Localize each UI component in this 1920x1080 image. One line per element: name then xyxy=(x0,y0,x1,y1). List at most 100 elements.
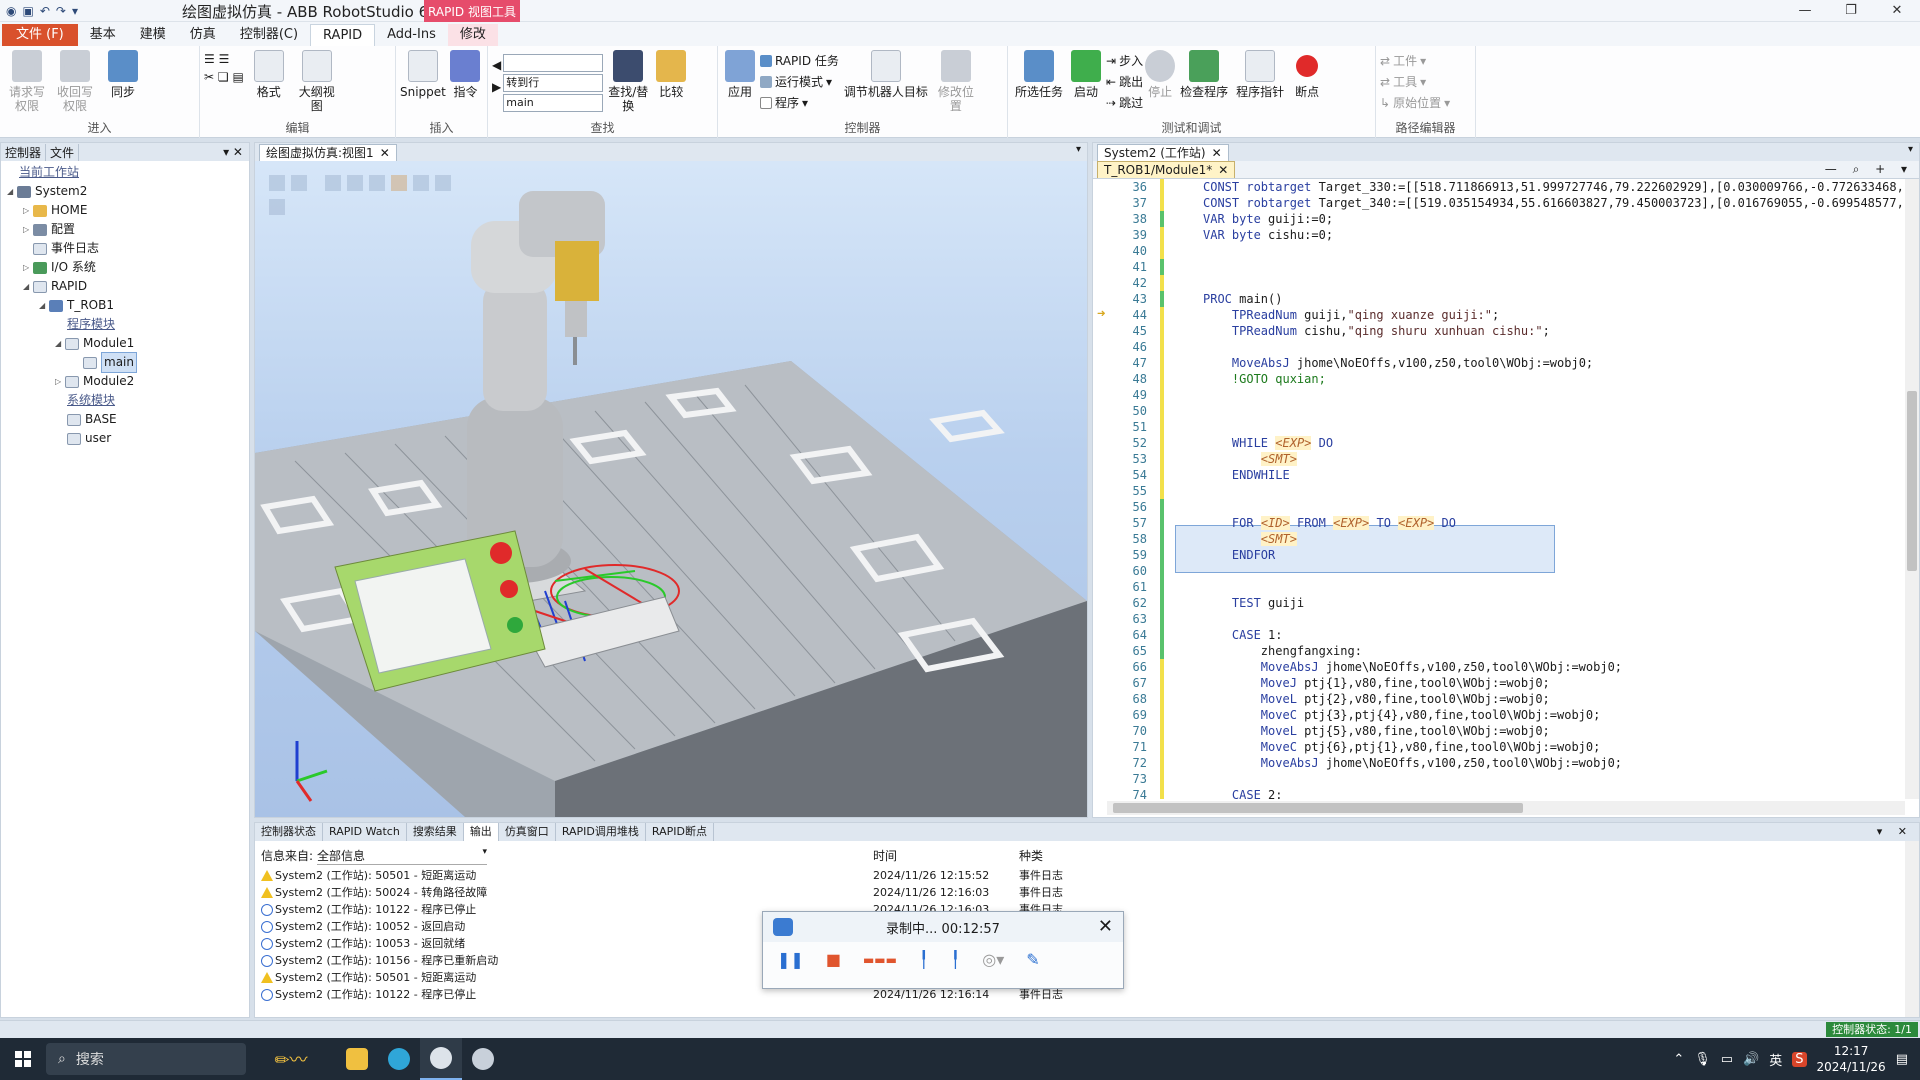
code-line[interactable]: 72 MoveAbsJ jhome\NoEOffs,v100,z50,tool0… xyxy=(1093,755,1919,771)
code-line[interactable]: 70 MoveL ptj{5},v80,fine,tool0\WObj:=wob… xyxy=(1093,723,1919,739)
back-icon[interactable]: ◀ xyxy=(492,58,501,72)
tab-rapid[interactable]: RAPID xyxy=(310,24,376,46)
quick-access-menu-icon[interactable]: ▾ xyxy=(72,4,78,18)
volume-icon[interactable]: 🔊 xyxy=(1743,1052,1759,1067)
close-tab-icon[interactable]: ✕ xyxy=(1212,146,1222,160)
panel-menu-icon[interactable]: ▾ xyxy=(1908,144,1913,155)
vertical-scrollbar[interactable] xyxy=(1905,841,1919,1017)
tab-modeling[interactable]: 建模 xyxy=(128,24,178,46)
tab-controller[interactable]: 控制器(C) xyxy=(228,24,310,46)
column-time[interactable]: 时间 xyxy=(873,847,897,864)
tree-node-program-modules[interactable]: 程序模块 xyxy=(1,315,249,334)
find-combo[interactable] xyxy=(503,54,604,72)
pen-icon[interactable]: ✎ xyxy=(1026,950,1039,969)
tree-node-trob1[interactable]: ◢ T_ROB1 xyxy=(1,296,249,315)
code-line[interactable]: 69 MoveC ptj{3},ptj{4},v80,fine,tool0\WO… xyxy=(1093,707,1919,723)
tab-home[interactable]: 基本 xyxy=(78,24,128,46)
code-line[interactable]: 67 MoveJ ptj{1},v80,fine,tool0\WObj:=wob… xyxy=(1093,675,1919,691)
notification-icon[interactable]: ▤ xyxy=(1896,1052,1908,1067)
tree-node-eventlog[interactable]: 事件日志 xyxy=(1,239,249,258)
tree-node-home[interactable]: ▷ HOME xyxy=(1,201,249,220)
code-line[interactable]: 55 xyxy=(1093,483,1919,499)
code-line[interactable]: 66 MoveAbsJ jhome\NoEOffs,v100,z50,tool0… xyxy=(1093,659,1919,675)
code-line[interactable]: 43 PROC main() xyxy=(1093,291,1919,307)
code-line[interactable]: 53 <SMT> xyxy=(1093,451,1919,467)
tree-node-io[interactable]: ▷ I/O 系统 xyxy=(1,258,249,277)
compare-button[interactable]: 比较 xyxy=(653,50,689,99)
step-in-button[interactable]: ⇥ 步入 xyxy=(1106,52,1143,69)
close-icon[interactable]: ✕ xyxy=(1098,916,1113,937)
proc-combo[interactable]: main xyxy=(503,94,604,112)
rapid-task-button[interactable]: RAPID 任务 xyxy=(760,52,839,69)
cut-icon[interactable]: ✂ ❏ ▤ xyxy=(204,70,244,84)
tab-simulation[interactable]: 仿真 xyxy=(178,24,228,46)
step-over-button[interactable]: ⇢ 跳过 xyxy=(1106,94,1143,111)
code-line[interactable]: 64 CASE 1: xyxy=(1093,627,1919,643)
close-tab-icon[interactable]: ✕ xyxy=(1218,163,1228,177)
code-line[interactable]: 39 VAR byte cishu:=0; xyxy=(1093,227,1919,243)
selected-tasks-button[interactable]: 所选任务 xyxy=(1012,50,1066,99)
find-replace-button[interactable]: 查找/替换 xyxy=(605,50,651,113)
program-pointer-button[interactable]: 程序指针 xyxy=(1233,50,1287,99)
code-line[interactable]: 45 TPReadNum cishu,"qing shuru xunhuan c… xyxy=(1093,323,1919,339)
taskbar-widget[interactable]: ✏〰 xyxy=(246,1038,336,1080)
tab-view1[interactable]: 绘图虚拟仿真:视图1 ✕ xyxy=(259,144,397,161)
run-mode-button[interactable]: 运行模式 ▾ xyxy=(760,73,839,90)
stop-record-icon[interactable]: ■ xyxy=(826,950,841,969)
tab-call-stack[interactable]: RAPID调用堆栈 xyxy=(556,823,646,841)
code-line[interactable]: 46 xyxy=(1093,339,1919,355)
close-tab-icon[interactable]: ✕ xyxy=(380,146,390,160)
chevron-up-icon[interactable]: ⌃ xyxy=(1673,1052,1684,1067)
adjust-targets-button[interactable]: 调节机器人目标 xyxy=(841,50,931,99)
dotted-line-icon[interactable]: ▬▬▬ xyxy=(863,953,897,967)
code-line[interactable]: 61 xyxy=(1093,579,1919,595)
sync-button[interactable]: 同步 xyxy=(100,50,146,99)
code-line[interactable]: 38 VAR byte guiji:=0; xyxy=(1093,211,1919,227)
tab-sim-window[interactable]: 仿真窗口 xyxy=(499,823,556,841)
tree-node-station[interactable]: 当前工作站 xyxy=(1,163,249,182)
outline-button[interactable]: 大纲视图 xyxy=(294,50,340,113)
panel-menu-icon[interactable]: ▾ ✕ xyxy=(217,145,249,159)
code-line[interactable]: 60 xyxy=(1093,563,1919,579)
editor-window-controls[interactable]: — ⌕ + ▾ xyxy=(1825,162,1913,177)
tab-modify[interactable]: 修改 xyxy=(447,24,498,46)
tree-node-main[interactable]: main xyxy=(1,352,249,373)
3d-viewport[interactable] xyxy=(255,161,1087,817)
code-line[interactable]: 51 xyxy=(1093,419,1919,435)
code-line[interactable]: 52 WHILE <EXP> DO xyxy=(1093,435,1919,451)
code-line[interactable]: 65 zhengfangxing: xyxy=(1093,643,1919,659)
tool-button[interactable]: ⇄ 工具 ▾ xyxy=(1380,73,1450,90)
goto-line-input[interactable]: 转到行 xyxy=(503,74,604,92)
code-line[interactable]: 56 xyxy=(1093,499,1919,515)
check-program-button[interactable]: 检查程序 xyxy=(1177,50,1231,99)
code-line[interactable]: 48 !GOTO quxian; xyxy=(1093,371,1919,387)
horizontal-scrollbar[interactable] xyxy=(1107,801,1905,815)
tab-search-results[interactable]: 搜索结果 xyxy=(407,823,464,841)
undo-icon[interactable]: ↶ xyxy=(40,4,50,18)
ime-indicator[interactable]: 英 xyxy=(1769,1050,1782,1069)
indent-icon[interactable]: ☰ ☰ xyxy=(204,52,244,66)
highlighter-icon[interactable]: ╿ xyxy=(951,950,961,969)
tab-addins[interactable]: Add-Ins xyxy=(375,24,448,46)
code-line[interactable]: 71 MoveC ptj{6},ptj{1},v80,fine,tool0\WO… xyxy=(1093,739,1919,755)
clock[interactable]: 12:17 2024/11/26 xyxy=(1817,1043,1886,1075)
tab-files[interactable]: 文件 xyxy=(46,143,80,161)
tab-controller-status[interactable]: 控制器状态 xyxy=(255,823,323,841)
code-line[interactable]: 36 CONST robtarget Target_330:=[[518.7118… xyxy=(1093,179,1919,195)
taskbar-robotstudio[interactable] xyxy=(420,1038,462,1080)
code-line[interactable]: 74 CASE 2: xyxy=(1093,787,1919,799)
code-line[interactable]: 63 xyxy=(1093,611,1919,627)
step-out-button[interactable]: ⇤ 跳出 xyxy=(1106,73,1143,90)
forward-icon[interactable]: ▶ xyxy=(492,80,501,94)
request-write-button[interactable]: 请求写权限 xyxy=(4,50,50,113)
modpos-button[interactable]: 修改位置 xyxy=(933,50,979,113)
code-line[interactable]: 49 xyxy=(1093,387,1919,403)
home-position-button[interactable]: ↳ 原始位置 ▾ xyxy=(1380,94,1450,111)
tree-node-base[interactable]: BASE xyxy=(1,410,249,429)
tree-node-rapid[interactable]: ◢ RAPID xyxy=(1,277,249,296)
code-line[interactable]: 57 FOR <ID> FROM <EXP> TO <EXP> DO xyxy=(1093,515,1919,531)
code-line[interactable]: 73 xyxy=(1093,771,1919,787)
tab-breakpoints[interactable]: RAPID断点 xyxy=(646,823,714,841)
tab-system2-station[interactable]: System2 (工作站) ✕ xyxy=(1097,144,1229,161)
code-line[interactable]: 47 MoveAbsJ jhome\NoEOffs,v100,z50,tool0… xyxy=(1093,355,1919,371)
